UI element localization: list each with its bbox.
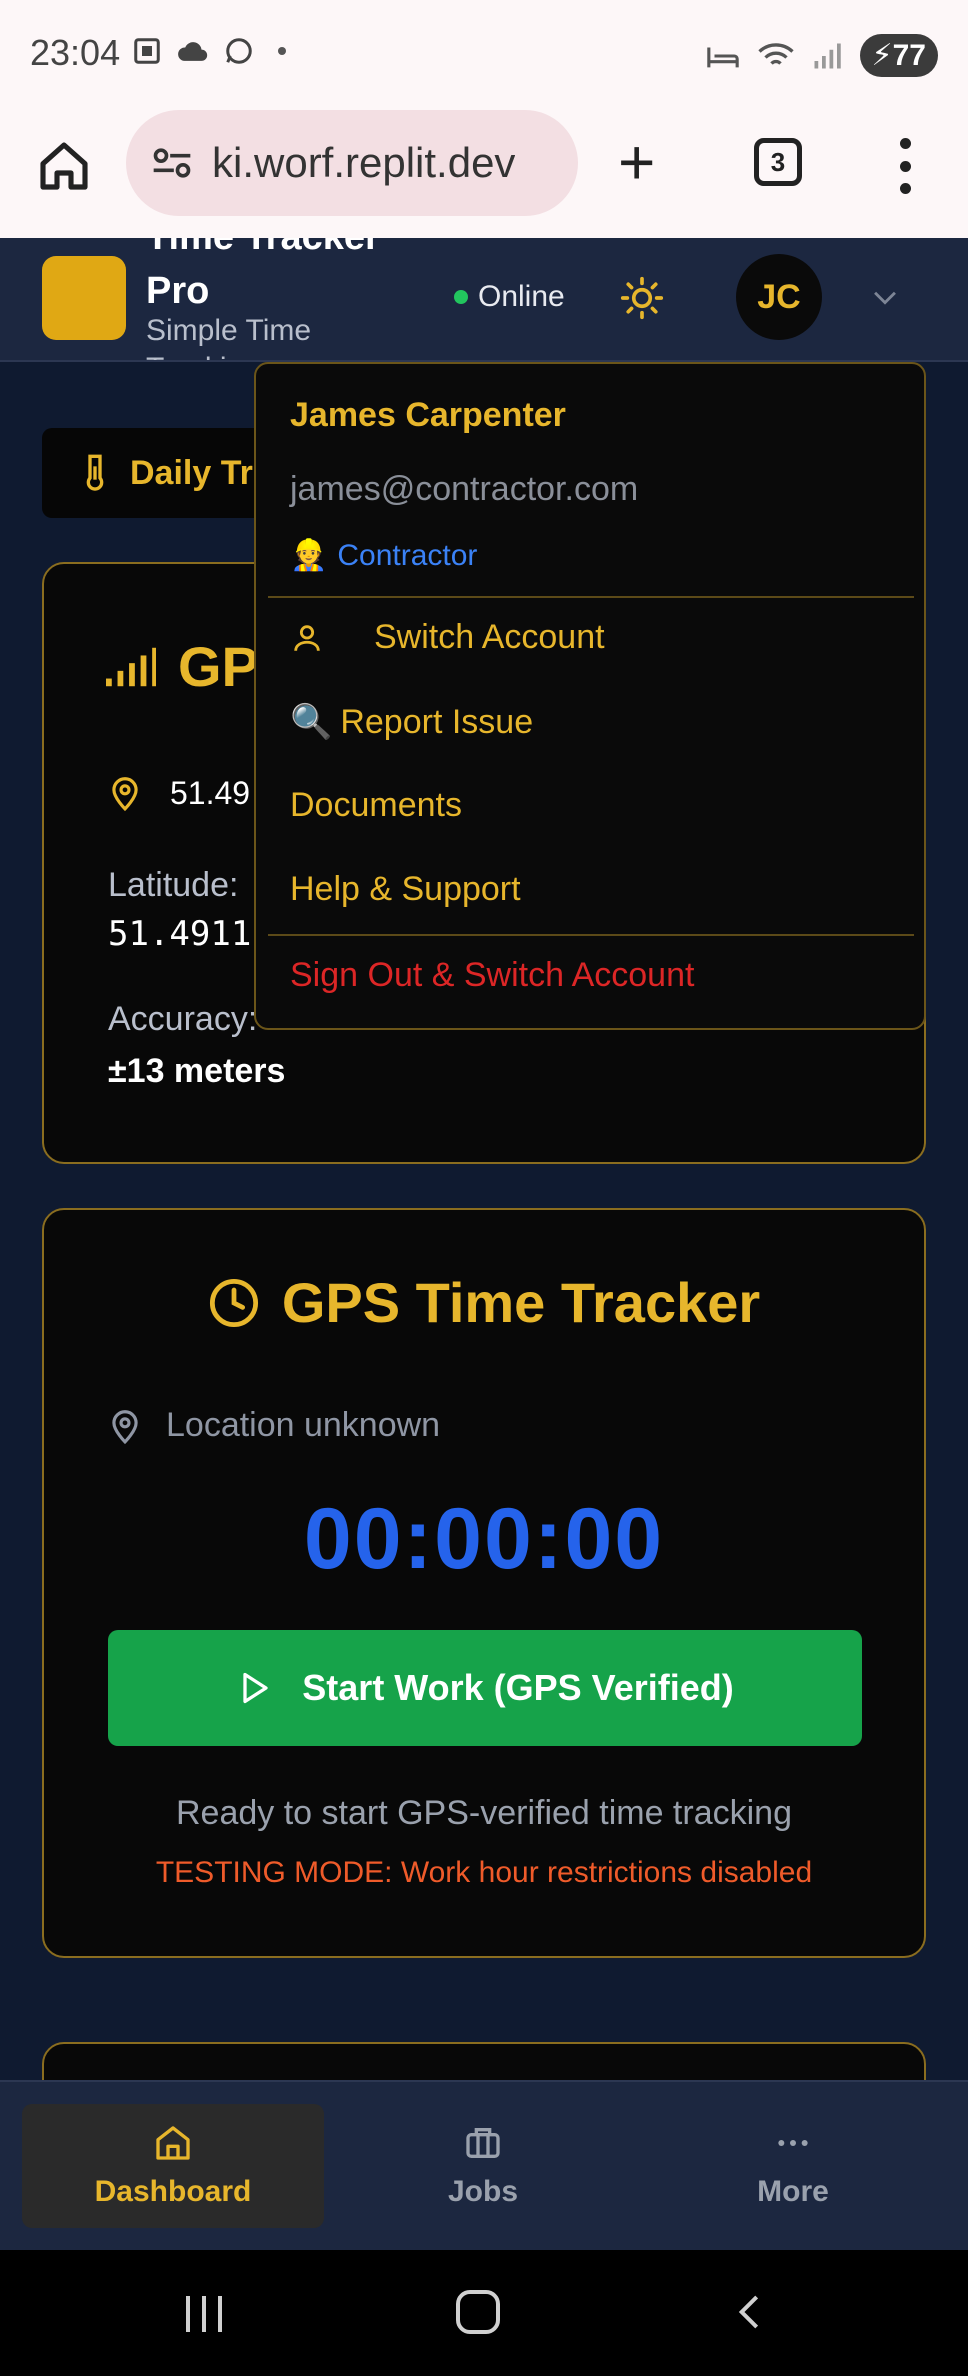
ready-text: Ready to start GPS-verified time trackin… [175, 1794, 792, 1832]
account-dropdown: James Carpenter james@contractor.com 👷 C… [254, 362, 926, 1030]
brand-title: Time Tracker Pro [146, 238, 380, 312]
home-button-icon[interactable] [456, 2290, 500, 2334]
latitude-label: Latitude: [108, 866, 239, 904]
url-bar[interactable]: ki.worf.replit.dev [126, 110, 578, 216]
map-pin-icon [112, 1409, 138, 1444]
battery-indicator: ⚡77 [859, 34, 938, 77]
tracker-title: GPS Time Tracker [44, 1270, 924, 1335]
magnifier-icon: 🔍 [290, 703, 333, 741]
system-navigation-bar [0, 2250, 968, 2376]
menu-item-report-issue[interactable]: 🔍 Report Issue [290, 702, 533, 742]
home-icon[interactable] [36, 138, 92, 194]
menu-item-help[interactable]: Help & Support [290, 870, 521, 909]
brand-subtitle: Simple Time Tracking [146, 314, 312, 360]
play-icon [243, 1672, 268, 1704]
signal-bars-icon [106, 647, 156, 686]
menu-item-sign-out[interactable]: Sign Out & Switch Account [290, 956, 694, 995]
status-notification-icons [132, 36, 286, 66]
nav-more[interactable]: More [642, 2104, 944, 2228]
construction-worker-icon: 👷 [290, 539, 328, 572]
user-name: James Carpenter [290, 396, 566, 434]
accuracy-value: ±13 meters [108, 1052, 286, 1090]
map-pin-icon [112, 777, 138, 812]
back-icon[interactable] [730, 2292, 770, 2332]
avatar[interactable]: JC [736, 254, 822, 340]
location-row: Location unknown [106, 1406, 440, 1445]
online-status: Online [454, 280, 565, 314]
home-icon [156, 2126, 190, 2160]
online-dot-icon [454, 290, 468, 304]
more-horizontal-icon [778, 2140, 808, 2146]
url-text: ki.worf.replit.dev [212, 139, 516, 186]
coordinates-row: 51.49 [106, 774, 250, 812]
clock-icon [209, 1278, 258, 1327]
wifi-icon [757, 42, 794, 65]
user-role: 👷 Contractor [290, 538, 478, 573]
user-icon [294, 624, 320, 651]
thermometer-icon [86, 454, 104, 491]
nav-jobs[interactable]: Jobs [332, 2104, 634, 2228]
status-time: 23:04 [30, 32, 121, 73]
menu-item-switch-account[interactable]: Switch Account [290, 618, 605, 657]
briefcase-icon [466, 2128, 500, 2158]
tab-switcher-button[interactable]: 3 [754, 138, 802, 186]
screenshot-icon [134, 38, 160, 64]
gps-card-title: GP [106, 634, 259, 699]
divider [268, 596, 914, 598]
browser-toolbar: ki.worf.replit.dev + 3 [0, 108, 968, 238]
whatsapp-icon [226, 38, 252, 64]
status-bar: 23:04 ⚡77 [0, 0, 968, 108]
bed-icon [706, 47, 739, 67]
browser-menu-icon[interactable] [890, 138, 920, 194]
sun-icon[interactable] [620, 276, 664, 320]
timer-display: 00:00:00 [303, 1491, 665, 1587]
accuracy-label: Accuracy: [108, 1000, 258, 1038]
menu-item-documents[interactable]: Documents [290, 786, 462, 825]
site-settings-icon[interactable] [150, 141, 194, 185]
new-tab-icon[interactable]: + [618, 130, 655, 194]
chevron-down-icon[interactable] [868, 280, 902, 314]
user-email: james@contractor.com [290, 470, 639, 508]
nav-dashboard[interactable]: Dashboard [22, 2104, 324, 2228]
status-system-icons: ⚡77 [706, 34, 938, 77]
bottom-navigation: Dashboard Jobs More [0, 2080, 968, 2250]
signal-icon [814, 43, 841, 68]
divider [268, 934, 914, 936]
cloud-icon [178, 42, 208, 61]
time-tracker-card: GPS Time Tracker Location unknown 00:00:… [42, 1208, 926, 1958]
app-logo [42, 256, 126, 340]
testing-mode-text: TESTING MODE: Work hour restrictions dis… [155, 1856, 813, 1889]
start-work-button[interactable]: Start Work (GPS Verified) [108, 1630, 862, 1746]
recents-icon[interactable] [186, 2296, 222, 2332]
app-header: Time Tracker Pro Simple Time Tracking On… [0, 238, 968, 362]
latitude-value: 51.4911 [108, 914, 252, 954]
dot-icon [278, 47, 286, 55]
